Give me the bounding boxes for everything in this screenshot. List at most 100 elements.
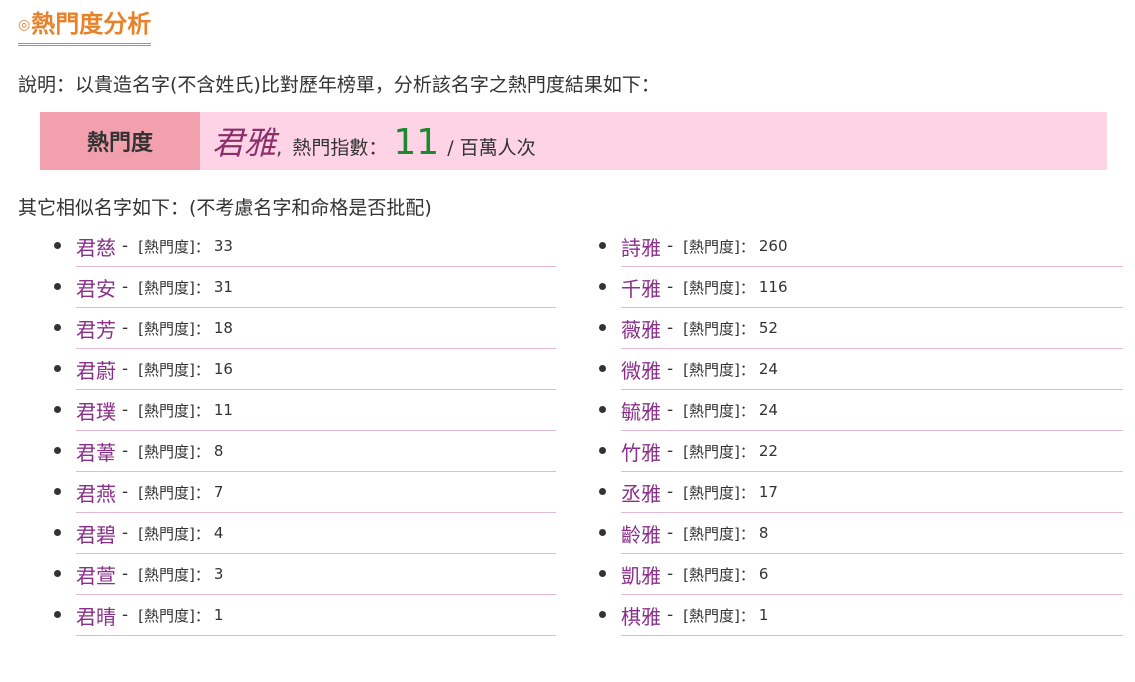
separator-dash: - [667, 318, 674, 338]
list-item: 齡雅 - [熱門度]： 8 [599, 513, 1123, 554]
separator-dash: - [667, 277, 674, 297]
bullet-icon [599, 529, 606, 536]
bullet-icon [54, 406, 61, 413]
metric-value: 260 [758, 237, 788, 255]
bullet-icon [54, 447, 61, 454]
similar-name-link[interactable]: 君安 [76, 273, 116, 302]
list-item: 君燕 - [熱門度]： 7 [54, 472, 556, 513]
list-item: 詩雅 - [熱門度]： 260 [599, 226, 1123, 267]
separator-dash: - [667, 441, 674, 461]
list-item: 君碧 - [熱門度]： 4 [54, 513, 556, 554]
similar-name-link[interactable]: 君璞 [76, 396, 116, 425]
separator-dash: - [122, 605, 129, 625]
similar-name-link[interactable]: 薇雅 [621, 314, 661, 343]
separator-dash: - [667, 482, 674, 502]
similar-name-link[interactable]: 君碧 [76, 519, 116, 548]
metric-label: [熱門度]： [683, 360, 755, 379]
similar-name-link[interactable]: 千雅 [621, 273, 661, 302]
metric-label: [熱門度]： [683, 401, 755, 420]
similar-names-right-list: 詩雅 - [熱門度]： 260 千雅 - [熱門度]： 116 薇雅 - [熱門度]： 52 微雅… [599, 226, 1123, 636]
metric-label: [熱門度]： [138, 360, 210, 379]
metric-value: 7 [213, 483, 224, 501]
similar-name-link[interactable]: 君蔚 [76, 355, 116, 384]
similar-name-link[interactable]: 微雅 [621, 355, 661, 384]
metric-value: 16 [213, 360, 233, 378]
separator-dash: - [667, 400, 674, 420]
metric-label: [熱門度]： [138, 483, 210, 502]
metric-label: [熱門度]： [683, 278, 755, 297]
circle-mark-icon: ◎ [18, 17, 31, 33]
separator-dash: - [122, 318, 129, 338]
similar-name-link[interactable]: 齡雅 [621, 519, 661, 548]
list-item: 君芳 - [熱門度]： 18 [54, 308, 556, 349]
popularity-index-label: 熱門指數： [292, 137, 388, 159]
popularity-value: 11 [393, 122, 440, 163]
bullet-icon [599, 365, 606, 372]
metric-value: 6 [758, 565, 769, 583]
list-item: 君慈 - [熱門度]： 33 [54, 226, 556, 267]
metric-label: [熱門度]： [683, 237, 755, 256]
metric-label: [熱門度]： [138, 606, 210, 625]
metric-label: [熱門度]： [683, 442, 755, 461]
metric-label: [熱門度]： [683, 319, 755, 338]
popularity-comma: , [276, 135, 283, 159]
similar-name-link[interactable]: 君燕 [76, 478, 116, 507]
list-item: 君蔚 - [熱門度]： 16 [54, 349, 556, 390]
separator-dash: - [122, 564, 129, 584]
list-item: 君安 - [熱門度]： 31 [54, 267, 556, 308]
metric-value: 116 [758, 278, 788, 296]
metric-label: [熱門度]： [138, 401, 210, 420]
similar-names-left-list: 君慈 - [熱門度]： 33 君安 - [熱門度]： 31 君芳 - [熱門度]： 18 君蔚 -[… [54, 226, 556, 636]
popularity-content: 君雅 , 熱門指數： 11 / 百萬人次 [200, 118, 536, 164]
metric-value: 1 [213, 606, 224, 624]
similar-name-link[interactable]: 君萱 [76, 560, 116, 589]
metric-value: 52 [758, 319, 778, 337]
metric-value: 22 [758, 442, 778, 460]
metric-label: [熱門度]： [138, 237, 210, 256]
list-item: 君璞 - [熱門度]： 11 [54, 390, 556, 431]
separator-dash: - [122, 523, 129, 543]
list-item: 竹雅 - [熱門度]： 22 [599, 431, 1123, 472]
list-item: 微雅 - [熱門度]： 24 [599, 349, 1123, 390]
metric-value: 8 [213, 442, 224, 460]
similar-name-link[interactable]: 君慈 [76, 232, 116, 261]
similar-name-link[interactable]: 君葦 [76, 437, 116, 466]
metric-value: 24 [758, 401, 778, 419]
metric-label: [熱門度]： [138, 319, 210, 338]
metric-value: 33 [213, 237, 233, 255]
list-item: 凱雅 - [熱門度]： 6 [599, 554, 1123, 595]
separator-dash: - [122, 236, 129, 256]
metric-label: [熱門度]： [683, 565, 755, 584]
metric-value: 1 [758, 606, 769, 624]
similar-name-link[interactable]: 毓雅 [621, 396, 661, 425]
description-text: 說明：以貴造名字(不含姓氏)比對歷年榜單，分析該名字之熱門度結果如下： [18, 74, 660, 96]
metric-value: 31 [213, 278, 233, 296]
popularity-label: 熱門度 [40, 112, 200, 170]
separator-dash: - [667, 564, 674, 584]
metric-value: 18 [213, 319, 233, 337]
metric-label: [熱門度]： [138, 278, 210, 297]
similar-name-link[interactable]: 竹雅 [621, 437, 661, 466]
similar-name-link[interactable]: 君晴 [76, 601, 116, 630]
similar-name-link[interactable]: 丞雅 [621, 478, 661, 507]
metric-value: 24 [758, 360, 778, 378]
similar-name-link[interactable]: 棋雅 [621, 601, 661, 630]
bullet-icon [54, 283, 61, 290]
separator-dash: - [122, 359, 129, 379]
bullet-icon [54, 529, 61, 536]
bullet-icon [599, 570, 606, 577]
popularity-unit: / 百萬人次 [447, 137, 536, 159]
separator-dash: - [667, 236, 674, 256]
section-title: ◎熱門度分析 [18, 8, 152, 46]
metric-label: [熱門度]： [683, 524, 755, 543]
separator-dash: - [667, 523, 674, 543]
similar-name-link[interactable]: 凱雅 [621, 560, 661, 589]
similar-name-link[interactable]: 詩雅 [621, 232, 661, 261]
bullet-icon [599, 283, 606, 290]
bullet-icon [599, 242, 606, 249]
bullet-icon [54, 570, 61, 577]
bullet-icon [54, 365, 61, 372]
metric-label: [熱門度]： [683, 483, 755, 502]
similar-name-link[interactable]: 君芳 [76, 314, 116, 343]
metric-label: [熱門度]： [138, 442, 210, 461]
